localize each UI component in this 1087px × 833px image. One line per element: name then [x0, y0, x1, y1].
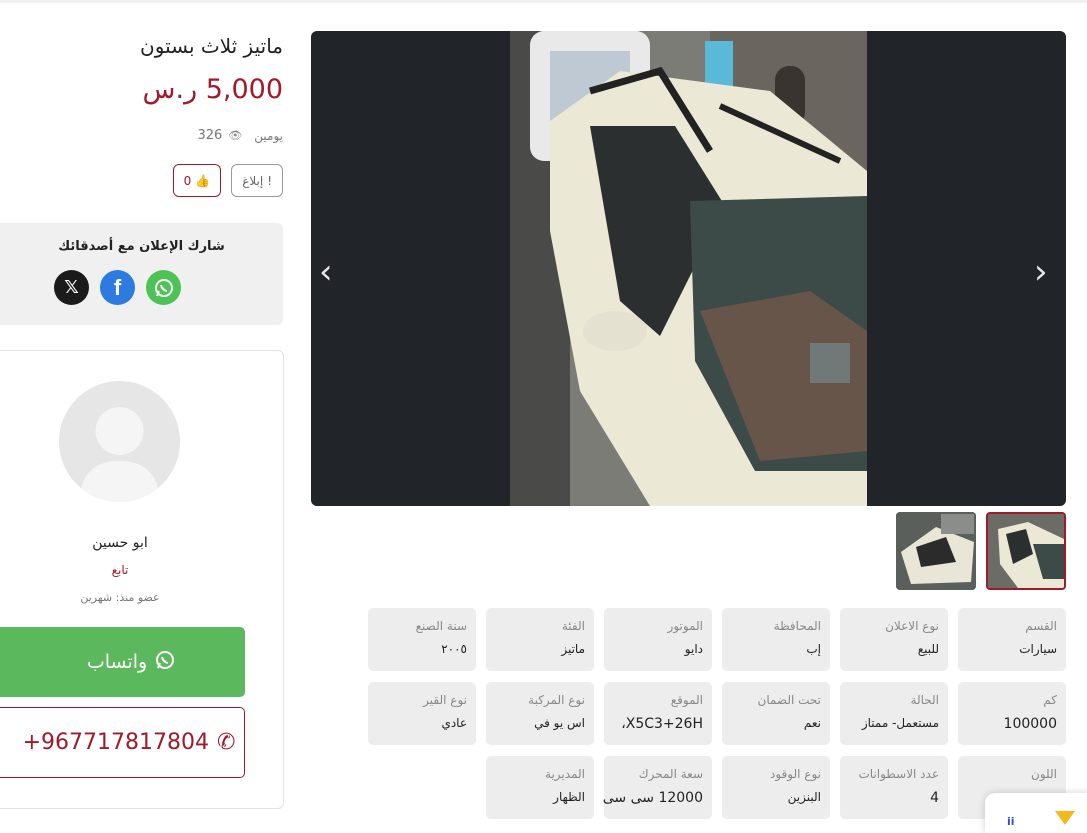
spec-value: ٢٠٠٥ [441, 642, 467, 656]
spec-label: اللون [1031, 767, 1057, 781]
spec-label: الموتور [667, 619, 703, 633]
spec-value: نعم [803, 716, 821, 730]
phone-contact-button[interactable]: +967717817804 ✆ [0, 707, 245, 778]
spec-model: الفئة ماتيز [486, 608, 594, 671]
whatsapp-button-label: واتساب [86, 651, 148, 673]
next-image-arrow-icon[interactable]: › [1034, 255, 1048, 289]
spec-label: الفئة [561, 619, 585, 633]
report-button[interactable]: ! إبلاغ [231, 164, 283, 197]
top-divider [0, 0, 1087, 3]
spec-label: عدد الاسطوانات [858, 767, 939, 781]
follow-link[interactable]: تابع [0, 563, 249, 577]
alert-icon: ! [267, 173, 272, 188]
spec-value: للبيع [917, 642, 939, 656]
spec-label: نوع المركبة [528, 693, 585, 707]
spec-label: سنة الصنع [415, 619, 467, 633]
spec-value: 12000 سى سى [602, 790, 703, 806]
spec-make: الموتور دايو [604, 608, 712, 671]
phone-icon: ✆ [216, 730, 236, 755]
like-button[interactable]: 👍 0 [172, 164, 222, 197]
spec-value: 100000 [1003, 716, 1057, 732]
spec-value: الظهار [553, 790, 585, 804]
spec-label: المحافظة [773, 619, 821, 633]
spec-label: نوع القير [423, 693, 467, 707]
spec-mileage: كم 100000 [958, 682, 1066, 745]
spec-location: الموقع X5C3+26H، [604, 682, 712, 745]
share-icons: 𝕏 f [54, 270, 181, 305]
spec-value: ماتيز [561, 642, 585, 656]
spec-label: كم [1043, 693, 1057, 707]
image-gallery: ‹ › [311, 31, 1066, 506]
member-since: عضو منذ: شهرين [80, 591, 160, 604]
main-car-photo[interactable] [510, 31, 867, 506]
listing-title: ماتيز ثلاث بستون [140, 34, 283, 58]
seller-avatar [59, 381, 180, 502]
listing-actions: ! إبلاغ 👍 0 [172, 164, 283, 197]
posted-time: يومين [254, 128, 283, 143]
seller-name[interactable]: ابو حسين [0, 535, 249, 551]
spec-governorate: المحافظة إب [722, 608, 830, 671]
whatsapp-icon[interactable] [146, 270, 181, 305]
whatsapp-button-icon [155, 650, 175, 675]
thumbs-up-icon: 👍 [195, 173, 211, 188]
spec-district: المديرية الظهار [486, 756, 594, 819]
eye-icon: 👁 [228, 129, 243, 142]
share-box: شارك الإعلان مع أصدقائك 𝕏 f [0, 223, 283, 325]
thumbnail-2[interactable] [986, 512, 1066, 590]
spec-vehicle-type: نوع المركبة اس يو في [486, 682, 594, 745]
spec-value: إب [806, 642, 821, 656]
spec-ad-type: نوع الاعلان للبيع [840, 608, 948, 671]
spec-year: سنة الصنع ٢٠٠٥ [368, 608, 476, 671]
views-count: 👁 326 [197, 128, 242, 143]
spec-value: مستعمل- ممتاز [861, 716, 939, 730]
spec-value: سيارات [1019, 642, 1057, 656]
share-title: شارك الإعلان مع أصدقائك [58, 239, 225, 254]
spec-cylinders: عدد الاسطوانات 4 [840, 756, 948, 819]
listing-price: 5,000 ر.س [142, 74, 283, 105]
spec-label: الحالة [910, 693, 939, 707]
like-count: 0 [183, 173, 192, 188]
spec-value: البنزين [787, 790, 821, 804]
thumbnail-1[interactable] [896, 512, 976, 590]
facebook-icon[interactable]: f [100, 270, 135, 305]
spec-engine-capacity: سعة المحرك 12000 سى سى [602, 756, 712, 819]
spec-label: سعة المحرك [638, 767, 703, 781]
x-icon[interactable]: 𝕏 [54, 270, 89, 305]
previous-image-arrow-icon[interactable]: ‹ [319, 255, 333, 289]
chat-widget[interactable]: ii [985, 793, 1087, 833]
listing-meta: يومين 👁 326 [197, 128, 283, 143]
spec-value: X5C3+26H، [621, 716, 703, 732]
spec-transmission: نوع القير عادي [368, 682, 476, 745]
whatsapp-contact-button[interactable]: واتساب [0, 627, 245, 697]
spec-label: تحت الضمان [757, 693, 822, 707]
spec-value: 4 [930, 790, 939, 806]
seller-card: ابو حسين تابع عضو منذ: شهرين واتساب +967… [0, 350, 284, 809]
spec-category: القسم سيارات [958, 608, 1066, 671]
spec-label: نوع الوقود [770, 767, 821, 781]
spec-value: دايو [684, 642, 703, 656]
thumbnail-strip [896, 512, 1066, 590]
spec-label: الموقع [670, 693, 703, 707]
chat-logo-icon: ii [1007, 815, 1015, 828]
spec-warranty: تحت الضمان نعم [722, 682, 830, 745]
spec-value: عادي [441, 716, 467, 730]
spec-label: المديرية [545, 767, 585, 781]
spec-label: نوع الاعلان [885, 619, 939, 633]
spec-fuel-type: نوع الوقود البنزين [722, 756, 830, 819]
spec-label: القسم [1025, 619, 1057, 633]
spec-value: اس يو في [534, 716, 585, 730]
spec-condition: الحالة مستعمل- ممتاز [840, 682, 948, 745]
report-label: إبلاغ [242, 173, 264, 188]
phone-number: +967717817804 [22, 730, 209, 755]
chevron-down-icon [1055, 811, 1075, 825]
views-value: 326 [197, 128, 223, 143]
